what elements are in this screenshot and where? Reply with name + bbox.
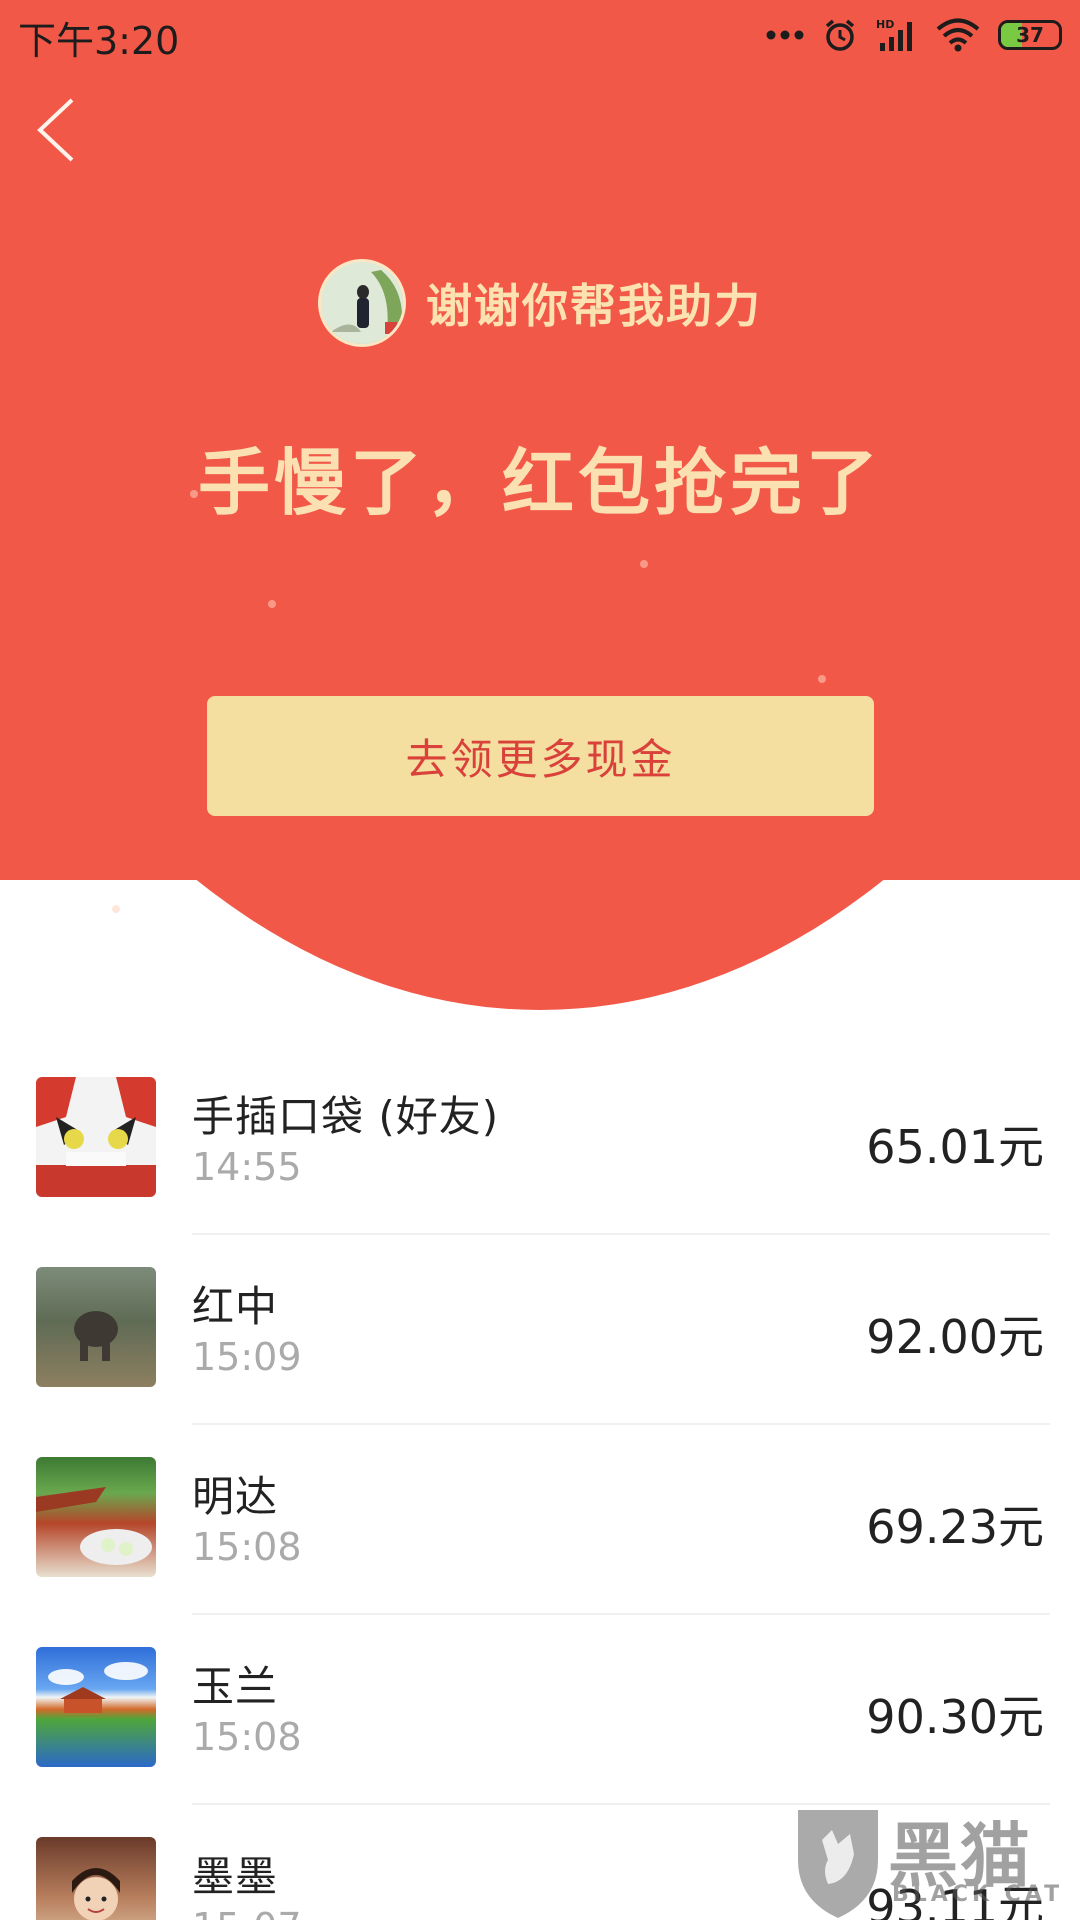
- inviter-row: 谢谢你帮我助力: [0, 258, 1080, 348]
- landscape-photo: [48, 1662, 148, 1713]
- sparkle: [268, 600, 276, 608]
- list-item[interactable]: 手插口袋 (好友) 14:55 65.01元: [0, 1045, 1080, 1235]
- record-amount: 90.30元: [866, 1690, 1044, 1744]
- battery-percent: 37: [1016, 23, 1044, 47]
- signal-hd-icon: HD: [876, 18, 912, 51]
- cat-shield-icon: [798, 1810, 878, 1918]
- battery-icon: 37: [998, 20, 1062, 50]
- watermark-subtext: BLACK CAT: [892, 1882, 1064, 1907]
- record-name: 玉兰: [192, 1662, 279, 1711]
- page-title: 手慢了，红包抢完了: [197, 441, 882, 525]
- status-time: 下午3:20: [18, 19, 180, 63]
- avatar: [36, 1457, 156, 1577]
- inviter-message: 谢谢你帮我助力: [426, 279, 762, 333]
- lion-avatar-image: [36, 1077, 156, 1197]
- alarm-icon: [825, 19, 855, 51]
- record-amount: 65.01元: [866, 1120, 1044, 1174]
- watermark: 黑猫 BLACK CAT: [788, 1800, 1068, 1920]
- record-list: 手插口袋 (好友) 14:55 65.01元 红中 15:09 92.00元 明…: [0, 1045, 1080, 1920]
- record-time: 15:08: [192, 1525, 302, 1569]
- record-amount: 69.23元: [866, 1500, 1044, 1554]
- avatar: [36, 1077, 156, 1197]
- avatar: [36, 1837, 156, 1920]
- avatar: [36, 1647, 156, 1767]
- record-time: 14:55: [192, 1145, 302, 1189]
- record-name: 墨墨: [192, 1852, 279, 1901]
- wifi-icon: [936, 18, 980, 52]
- avatar: [36, 1267, 156, 1387]
- status-bar: 下午3:20 HD 37: [0, 0, 1080, 70]
- svg-text:HD: HD: [876, 18, 894, 31]
- back-arrow-icon: [37, 98, 74, 162]
- record-name: 明达: [192, 1472, 279, 1521]
- record-time: 15:09: [192, 1335, 302, 1379]
- food-photo: [36, 1487, 152, 1565]
- sparkle: [112, 905, 120, 913]
- record-name: 红中: [192, 1282, 279, 1331]
- record-amount: 92.00元: [866, 1310, 1044, 1364]
- inviter-avatar: [318, 259, 406, 347]
- status-icons: HD 37: [766, 14, 1062, 56]
- list-item[interactable]: 红中 15:09 92.00元: [0, 1235, 1080, 1425]
- record-time: 15:08: [192, 1715, 302, 1759]
- record-time: 15:07: [192, 1905, 302, 1920]
- girl-photo: [72, 1868, 120, 1920]
- sparkle: [640, 560, 648, 568]
- more-dots-icon: [766, 30, 804, 40]
- list-item[interactable]: 玉兰 15:08 90.30元: [0, 1615, 1080, 1805]
- get-more-cash-button[interactable]: 去领更多现金: [207, 696, 874, 816]
- elephant-photo: [74, 1311, 118, 1361]
- list-item[interactable]: 明达 15:08 69.23元: [0, 1425, 1080, 1615]
- sparkle: [818, 675, 826, 683]
- back-button[interactable]: [30, 90, 90, 170]
- record-name: 手插口袋 (好友): [192, 1092, 500, 1141]
- inviter-photo: [321, 262, 403, 344]
